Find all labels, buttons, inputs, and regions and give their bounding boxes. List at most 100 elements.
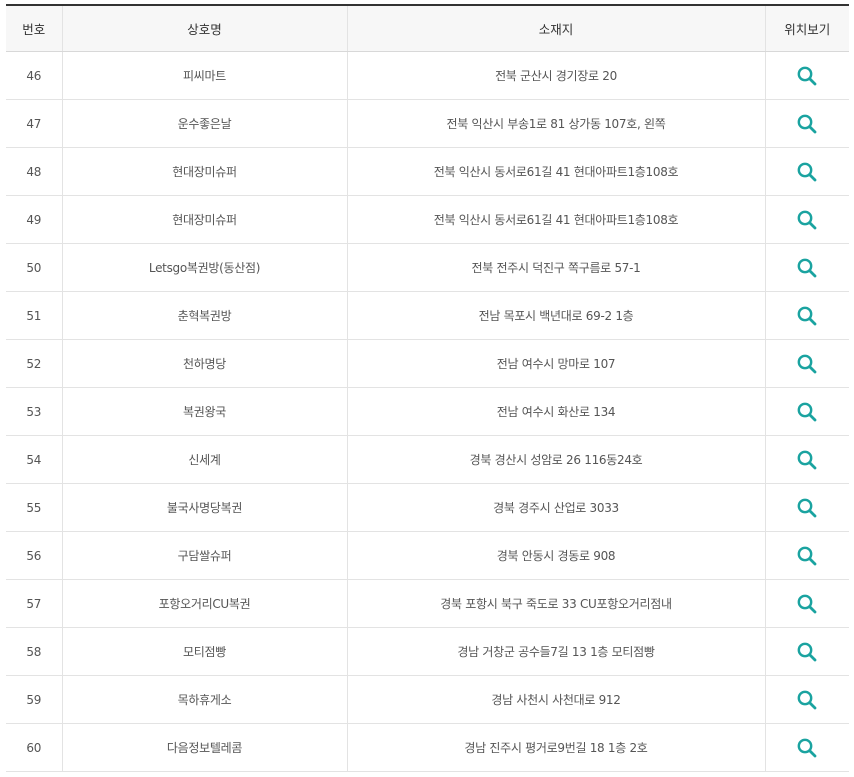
- cell-location: [765, 243, 849, 292]
- cell-number: 54: [6, 435, 63, 484]
- view-location-button[interactable]: [796, 401, 818, 423]
- view-location-button[interactable]: [796, 209, 818, 231]
- cell-address: 전남 여수시 화산로 134: [347, 387, 766, 436]
- view-location-button[interactable]: [796, 449, 818, 471]
- cell-location: [765, 51, 849, 100]
- search-icon: [796, 257, 818, 279]
- search-icon: [796, 209, 818, 231]
- search-icon: [796, 65, 818, 87]
- table-row: 56 구담쌀슈퍼 경북 안동시 경동로 908: [6, 531, 849, 580]
- cell-store-name: Letsgo복권방(동산점): [62, 243, 348, 292]
- cell-location: [765, 291, 849, 340]
- cell-store-name: 포항오거리CU복권: [62, 579, 348, 628]
- cell-number: 53: [6, 387, 63, 436]
- table-header-row: 번호 상호명 소재지 위치보기: [6, 5, 849, 52]
- cell-store-name: 현대장미슈퍼: [62, 195, 348, 244]
- search-icon: [796, 161, 818, 183]
- cell-location: [765, 387, 849, 436]
- search-icon: [796, 737, 818, 759]
- cell-store-name: 춘혁복권방: [62, 291, 348, 340]
- cell-number: 52: [6, 339, 63, 388]
- header-number: 번호: [6, 5, 63, 52]
- cell-store-name: 현대장미슈퍼: [62, 147, 348, 196]
- cell-store-name: 복권왕국: [62, 387, 348, 436]
- view-location-button[interactable]: [796, 305, 818, 327]
- cell-location: [765, 627, 849, 676]
- header-store-name: 상호명: [62, 5, 348, 52]
- cell-address: 전남 여수시 망마로 107: [347, 339, 766, 388]
- cell-store-name: 불국사명당복권: [62, 483, 348, 532]
- table-body: 46 피씨마트 전북 군산시 경기장로 20 47 운수좋은날 전북 익산시 부송1로 8…: [6, 51, 849, 772]
- view-location-button[interactable]: [796, 65, 818, 87]
- cell-store-name: 구담쌀슈퍼: [62, 531, 348, 580]
- search-icon: [796, 449, 818, 471]
- search-icon: [796, 401, 818, 423]
- cell-address: 경남 사천시 사천대로 912: [347, 675, 766, 724]
- table-row: 46 피씨마트 전북 군산시 경기장로 20: [6, 51, 849, 100]
- table-row: 48 현대장미슈퍼 전북 익산시 동서로61길 41 현대아파트1층108호: [6, 147, 849, 196]
- view-location-button[interactable]: [796, 641, 818, 663]
- table-row: 50 Letsgo복권방(동산점) 전북 전주시 덕진구 쪽구름로 57-1: [6, 243, 849, 292]
- search-icon: [796, 689, 818, 711]
- cell-store-name: 천하명당: [62, 339, 348, 388]
- table-row: 57 포항오거리CU복권 경북 포항시 북구 죽도로 33 CU포항오거리점내: [6, 579, 849, 628]
- store-table-container: 번호 상호명 소재지 위치보기 46 피씨마트 전북 군산시 경기장로 20 47 운수…: [6, 4, 849, 772]
- cell-address: 경남 거창군 공수들7길 13 1층 모티점빵: [347, 627, 766, 676]
- cell-address: 전북 익산시 동서로61길 41 현대아파트1층108호: [347, 147, 766, 196]
- cell-location: [765, 339, 849, 388]
- cell-location: [765, 483, 849, 532]
- cell-number: 55: [6, 483, 63, 532]
- search-icon: [796, 353, 818, 375]
- cell-location: [765, 723, 849, 772]
- cell-number: 59: [6, 675, 63, 724]
- view-location-button[interactable]: [796, 497, 818, 519]
- view-location-button[interactable]: [796, 545, 818, 567]
- cell-address: 경북 안동시 경동로 908: [347, 531, 766, 580]
- cell-location: [765, 99, 849, 148]
- table-row: 59 목하휴게소 경남 사천시 사천대로 912: [6, 675, 849, 724]
- store-table: 번호 상호명 소재지 위치보기 46 피씨마트 전북 군산시 경기장로 20 47 운수…: [6, 4, 849, 772]
- cell-number: 50: [6, 243, 63, 292]
- cell-address: 경북 경주시 산업로 3033: [347, 483, 766, 532]
- cell-address: 전북 군산시 경기장로 20: [347, 51, 766, 100]
- cell-store-name: 다음정보텔레콤: [62, 723, 348, 772]
- view-location-button[interactable]: [796, 737, 818, 759]
- cell-number: 57: [6, 579, 63, 628]
- cell-location: [765, 435, 849, 484]
- table-row: 51 춘혁복권방 전남 목포시 백년대로 69-2 1층: [6, 291, 849, 340]
- cell-number: 58: [6, 627, 63, 676]
- cell-store-name: 신세계: [62, 435, 348, 484]
- cell-address: 전북 익산시 동서로61길 41 현대아파트1층108호: [347, 195, 766, 244]
- cell-number: 46: [6, 51, 63, 100]
- view-location-button[interactable]: [796, 257, 818, 279]
- cell-address: 경북 포항시 북구 죽도로 33 CU포항오거리점내: [347, 579, 766, 628]
- table-row: 58 모티점빵 경남 거창군 공수들7길 13 1층 모티점빵: [6, 627, 849, 676]
- cell-number: 60: [6, 723, 63, 772]
- cell-location: [765, 531, 849, 580]
- table-row: 60 다음정보텔레콤 경남 진주시 평거로9번길 18 1층 2호: [6, 723, 849, 772]
- view-location-button[interactable]: [796, 593, 818, 615]
- table-row: 54 신세계 경북 경산시 성암로 26 116동24호: [6, 435, 849, 484]
- cell-location: [765, 195, 849, 244]
- table-row: 55 불국사명당복권 경북 경주시 산업로 3033: [6, 483, 849, 532]
- view-location-button[interactable]: [796, 353, 818, 375]
- cell-store-name: 피씨마트: [62, 51, 348, 100]
- cell-location: [765, 675, 849, 724]
- table-row: 47 운수좋은날 전북 익산시 부송1로 81 상가동 107호, 왼쪽: [6, 99, 849, 148]
- header-location: 위치보기: [765, 5, 849, 52]
- view-location-button[interactable]: [796, 689, 818, 711]
- cell-address: 경북 경산시 성암로 26 116동24호: [347, 435, 766, 484]
- cell-store-name: 목하휴게소: [62, 675, 348, 724]
- search-icon: [796, 593, 818, 615]
- cell-address: 전북 전주시 덕진구 쪽구름로 57-1: [347, 243, 766, 292]
- cell-store-name: 모티점빵: [62, 627, 348, 676]
- table-row: 52 천하명당 전남 여수시 망마로 107: [6, 339, 849, 388]
- cell-number: 56: [6, 531, 63, 580]
- view-location-button[interactable]: [796, 161, 818, 183]
- cell-number: 48: [6, 147, 63, 196]
- search-icon: [796, 641, 818, 663]
- cell-number: 51: [6, 291, 63, 340]
- cell-number: 49: [6, 195, 63, 244]
- view-location-button[interactable]: [796, 113, 818, 135]
- search-icon: [796, 113, 818, 135]
